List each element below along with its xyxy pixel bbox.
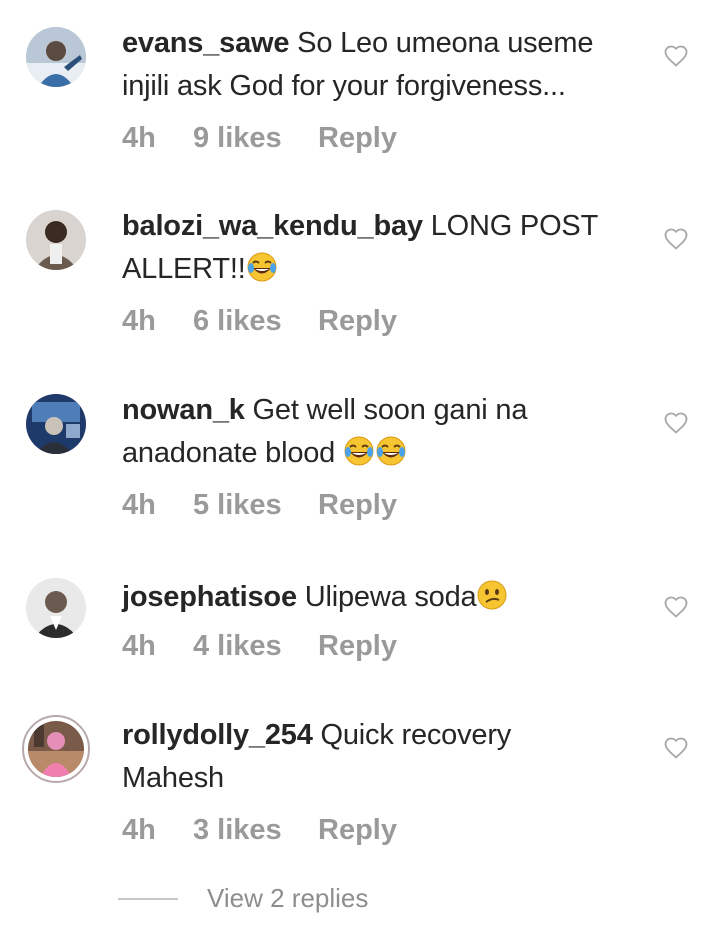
confused-face-emoji (476, 579, 508, 611)
comment-meta: 4h 6 likes Reply (122, 305, 397, 338)
comment-body: evans_sawe So Leo umeona useme injili as… (122, 22, 642, 108)
comment-body: rollydolly_254 Quick recovery Mahesh (122, 714, 642, 800)
comment-username[interactable]: evans_sawe (122, 27, 290, 59)
comment-likes[interactable]: 4 likes (193, 630, 318, 663)
comment-likes[interactable]: 3 likes (193, 814, 318, 847)
avatar[interactable] (26, 394, 86, 454)
comment-time: 4h (122, 630, 156, 662)
avatar-image (28, 721, 84, 777)
comment-meta: 4h 3 likes Reply (122, 814, 397, 847)
replies-divider (118, 898, 178, 900)
heart-outline-icon[interactable] (664, 737, 688, 759)
comment-text: Quick recovery (320, 719, 512, 751)
comment-text: Get well soon gani na (252, 394, 528, 426)
avatar-image (26, 394, 86, 454)
heart-outline-icon[interactable] (664, 228, 688, 250)
heart-outline-icon[interactable] (664, 412, 688, 434)
avatar[interactable] (26, 27, 86, 87)
avatar-image (26, 27, 86, 87)
reply-button[interactable]: Reply (318, 814, 397, 847)
comment-likes[interactable]: 5 likes (193, 489, 318, 522)
comment-username[interactable]: josephatisoe (122, 581, 297, 613)
comment-time: 4h (122, 814, 156, 846)
reply-button[interactable]: Reply (318, 305, 397, 338)
view-replies-button[interactable]: View 2 replies (207, 883, 368, 914)
comment-text-line2: anadonate blood (122, 437, 336, 469)
face-with-tears-of-joy-emoji (343, 435, 375, 467)
comment-meta: 4h 4 likes Reply (122, 630, 397, 663)
comment-text: Ulipewa soda (304, 581, 477, 613)
comment-username[interactable]: rollydolly_254 (122, 719, 313, 751)
comment-text: LONG POST (430, 210, 599, 242)
comment-body: nowan_k Get well soon gani na anadonate … (122, 389, 642, 475)
heart-outline-icon[interactable] (664, 45, 688, 67)
avatar-image (26, 210, 86, 270)
face-with-tears-of-joy-emoji (375, 435, 407, 467)
comment-meta: 4h 5 likes Reply (122, 489, 397, 522)
comment-likes[interactable]: 6 likes (193, 305, 318, 338)
comment-time: 4h (122, 122, 156, 154)
comment-time: 4h (122, 305, 156, 337)
avatar[interactable] (26, 578, 86, 638)
avatar[interactable] (26, 210, 86, 270)
comment-text-line2: Mahesh (122, 762, 224, 794)
comment-username[interactable]: balozi_wa_kendu_bay (122, 210, 423, 242)
comment-username[interactable]: nowan_k (122, 394, 245, 426)
heart-outline-icon[interactable] (664, 596, 688, 618)
avatar[interactable] (22, 715, 90, 783)
comment-body: balozi_wa_kendu_bay LONG POST ALLERT!! (122, 205, 642, 291)
comment-body: josephatisoe Ulipewa soda (122, 576, 642, 619)
comment-time: 4h (122, 489, 156, 521)
comment-likes[interactable]: 9 likes (193, 122, 318, 155)
avatar-image (26, 578, 86, 638)
face-with-tears-of-joy-emoji (246, 251, 278, 283)
comment-text-line2: ALLERT!! (122, 253, 246, 285)
reply-button[interactable]: Reply (318, 489, 397, 522)
reply-button[interactable]: Reply (318, 630, 397, 663)
comment-meta: 4h 9 likes Reply (122, 122, 397, 155)
reply-button[interactable]: Reply (318, 122, 397, 155)
